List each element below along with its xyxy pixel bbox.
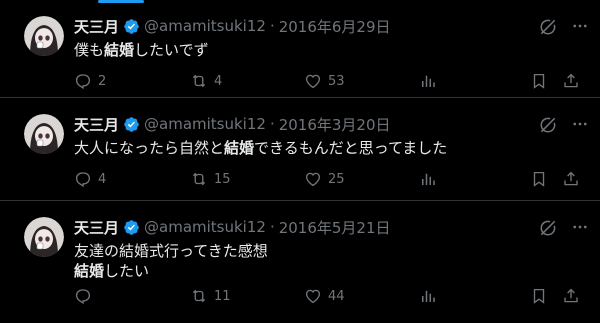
user-handle[interactable]: @amamitsuki12 (144, 218, 266, 236)
views-button[interactable] (419, 168, 437, 190)
more-icon[interactable] (570, 114, 590, 134)
heart-icon (305, 74, 321, 89)
tweet-actions: 2 4 53 (74, 70, 584, 92)
text-bold-segment: 結婚 (104, 41, 135, 59)
tweet-header: 天三月 @amamitsuki12 · 2016年5月21日 (74, 217, 391, 237)
tweet-text-line: 大人になったら自然と結婚できるもんだと思ってました (74, 138, 554, 158)
analytics-icon (422, 173, 435, 185)
views-button[interactable] (419, 70, 437, 92)
share-icon (564, 171, 578, 186)
user-handle[interactable]: @amamitsuki12 (144, 17, 266, 35)
reply-button[interactable]: 4 (74, 168, 106, 190)
verified-badge-icon (123, 18, 140, 35)
share-icon (564, 288, 578, 303)
tweet-text-line: 結婚したい (74, 261, 554, 281)
like-count: 53 (328, 73, 345, 89)
reply-button[interactable] (74, 285, 98, 307)
tweet-date[interactable]: 2016年3月20日 (279, 114, 391, 135)
bookmark-button[interactable] (530, 70, 548, 92)
share-button[interactable] (562, 70, 580, 92)
verified-badge-icon (123, 116, 140, 133)
reply-icon (75, 289, 91, 305)
tweet[interactable]: 天三月 @amamitsuki12 · 2016年6月29日 僕も結婚したいでず… (0, 0, 600, 98)
more-icon[interactable] (570, 217, 590, 237)
text-segment: 僕も (74, 41, 105, 59)
retweet-icon (192, 289, 206, 303)
share-button[interactable] (562, 168, 580, 190)
avatar[interactable] (24, 114, 64, 154)
more-icon[interactable] (570, 16, 590, 36)
avatar[interactable] (24, 16, 64, 56)
retweet-button[interactable]: 15 (190, 168, 231, 190)
analytics-icon (422, 75, 435, 87)
heart-icon (305, 172, 321, 187)
tweet-text-line: 僕も結婚したいでず (74, 40, 554, 60)
tweet-text: 僕も結婚したいでず (74, 40, 554, 60)
like-button[interactable]: 53 (304, 70, 345, 92)
retweet-icon (192, 172, 206, 186)
bookmark-button[interactable] (530, 168, 548, 190)
tweet-date[interactable]: 2016年5月21日 (279, 217, 391, 238)
text-segment: したい (104, 262, 150, 280)
separator-dot: · (269, 17, 275, 35)
separator-dot: · (269, 115, 275, 133)
reply-icon (75, 74, 91, 90)
verified-badge-icon (123, 219, 140, 236)
tweet-actions: 11 44 (74, 285, 584, 307)
text-segment: 友達の結婚式行ってきた感想 (74, 242, 268, 260)
bookmark-button[interactable] (530, 285, 548, 307)
bookmark-icon (533, 73, 545, 89)
reply-icon (75, 172, 91, 188)
heart-icon (305, 289, 321, 304)
grok-icon[interactable] (538, 218, 558, 238)
like-count: 25 (328, 171, 345, 187)
bookmark-icon (533, 171, 545, 187)
tweet-header: 天三月 @amamitsuki12 · 2016年6月29日 (74, 16, 391, 36)
like-button[interactable]: 44 (304, 285, 345, 307)
like-button[interactable]: 25 (304, 168, 345, 190)
text-bold-segment: 結婚 (74, 262, 105, 280)
like-count: 44 (328, 288, 345, 304)
display-name[interactable]: 天三月 (74, 16, 119, 37)
tweet-text-line: 友達の結婚式行ってきた感想 (74, 241, 554, 261)
reply-button[interactable]: 2 (74, 70, 106, 92)
text-segment: 大人になったら自然と (74, 139, 225, 157)
retweet-button[interactable]: 4 (190, 70, 222, 92)
tweet[interactable]: 天三月 @amamitsuki12 · 2016年3月20日 大人になったら自然… (0, 98, 600, 201)
grok-icon[interactable] (538, 115, 558, 135)
avatar[interactable] (24, 217, 64, 257)
share-icon (564, 73, 578, 88)
reply-count: 4 (98, 171, 107, 187)
retweet-button[interactable]: 11 (190, 285, 231, 307)
tweet-header: 天三月 @amamitsuki12 · 2016年3月20日 (74, 114, 391, 134)
reply-count: 2 (98, 73, 107, 89)
display-name[interactable]: 天三月 (74, 114, 119, 135)
text-bold-segment: 結婚 (224, 139, 255, 157)
retweet-count: 15 (214, 171, 231, 187)
text-segment: したいでず (134, 41, 209, 59)
separator-dot: · (269, 218, 275, 236)
grok-icon[interactable] (538, 17, 558, 37)
tweet-text: 友達の結婚式行ってきた感想 結婚したい (74, 241, 554, 281)
retweet-icon (192, 74, 206, 88)
tweet-feed: 天三月 @amamitsuki12 · 2016年6月29日 僕も結婚したいでず… (0, 0, 600, 323)
display-name[interactable]: 天三月 (74, 217, 119, 238)
text-segment: できるもんだと思ってました (254, 139, 448, 157)
tweet[interactable]: 天三月 @amamitsuki12 · 2016年5月21日 友達の結婚式行って… (0, 201, 600, 323)
tweet-actions: 4 15 25 (74, 168, 584, 190)
tweet-date[interactable]: 2016年6月29日 (279, 16, 391, 37)
tweet-text: 大人になったら自然と結婚できるもんだと思ってました (74, 138, 554, 158)
retweet-count: 4 (214, 73, 223, 89)
share-button[interactable] (562, 285, 580, 307)
bookmark-icon (533, 288, 545, 304)
analytics-icon (422, 290, 435, 302)
user-handle[interactable]: @amamitsuki12 (144, 115, 266, 133)
views-button[interactable] (419, 285, 437, 307)
retweet-count: 11 (214, 288, 231, 304)
